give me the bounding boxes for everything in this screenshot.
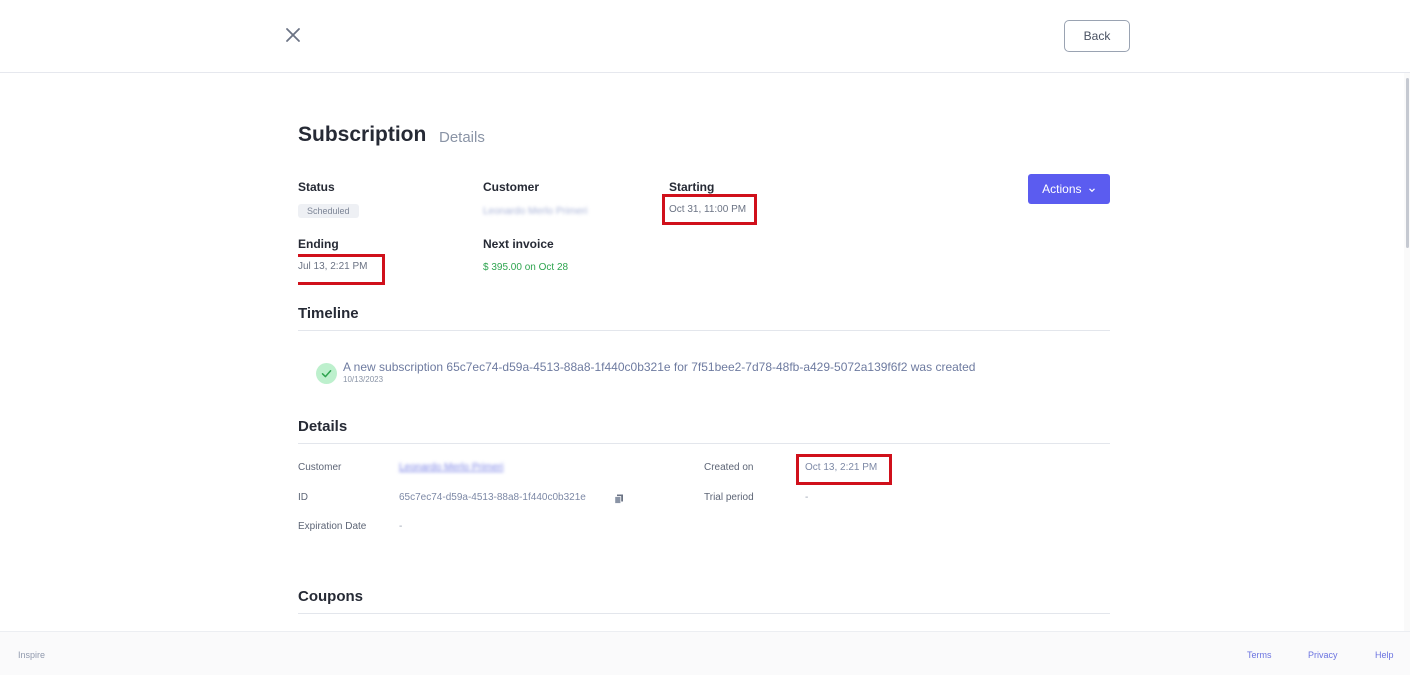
trial-period-label: Trial period [704,492,754,503]
created-on-label: Created on [704,462,754,473]
customer-label: Customer [483,180,540,194]
details-id-label: ID [298,492,308,503]
scrollbar-thumb[interactable] [1406,78,1409,248]
check-icon [316,363,337,384]
close-icon[interactable] [284,26,302,44]
page-subtitle: Details [439,129,485,146]
actions-label: Actions [1042,182,1082,196]
top-bar: Back [0,0,1410,73]
created-on-highlight-box [796,454,892,485]
ending-highlight-box [298,254,385,285]
timeline-divider [298,330,1110,331]
footer-brand: Inspire [18,650,46,660]
main-content: Subscription Details Status Scheduled Cu… [298,73,1110,631]
details-title: Details [298,418,348,435]
timeline-title: Timeline [298,305,359,322]
status-label: Status [298,180,335,194]
footer: Inspire Terms Privacy Help [0,631,1410,675]
customer-value[interactable]: Leonardo Merlo Primeri [483,206,588,217]
page-title: Subscription [298,123,427,146]
next-invoice-label: Next invoice [483,237,554,251]
actions-dropdown-button[interactable]: Actions [1028,174,1110,204]
footer-help-link[interactable]: Help [1375,650,1394,660]
coupons-title: Coupons [298,588,363,605]
details-customer-label: Customer [298,462,342,473]
coupons-divider [298,613,1110,614]
starting-highlight-box [662,194,757,225]
expiration-date-value: - [399,521,403,532]
timeline-event-text: A new subscription 65c7ec74-d59a-4513-88… [343,360,976,374]
chevron-down-icon [1088,175,1096,205]
timeline-event-date: 10/13/2023 [343,375,384,384]
back-button[interactable]: Back [1064,20,1130,52]
trial-period-value: - [805,492,809,503]
details-customer-link[interactable]: Leonardo Merlo Primeri [399,462,504,473]
footer-privacy-link[interactable]: Privacy [1308,650,1338,660]
ending-label: Ending [298,237,339,251]
starting-label: Starting [669,180,715,194]
footer-terms-link[interactable]: Terms [1247,650,1272,660]
details-divider [298,443,1110,444]
next-invoice-value: $ 395.00 on Oct 28 [483,262,569,273]
status-badge: Scheduled [298,204,359,218]
copy-icon[interactable] [614,491,624,504]
details-id-value: 65c7ec74-d59a-4513-88a8-1f440c0b321e [399,492,586,503]
expiration-date-label: Expiration Date [298,521,367,532]
